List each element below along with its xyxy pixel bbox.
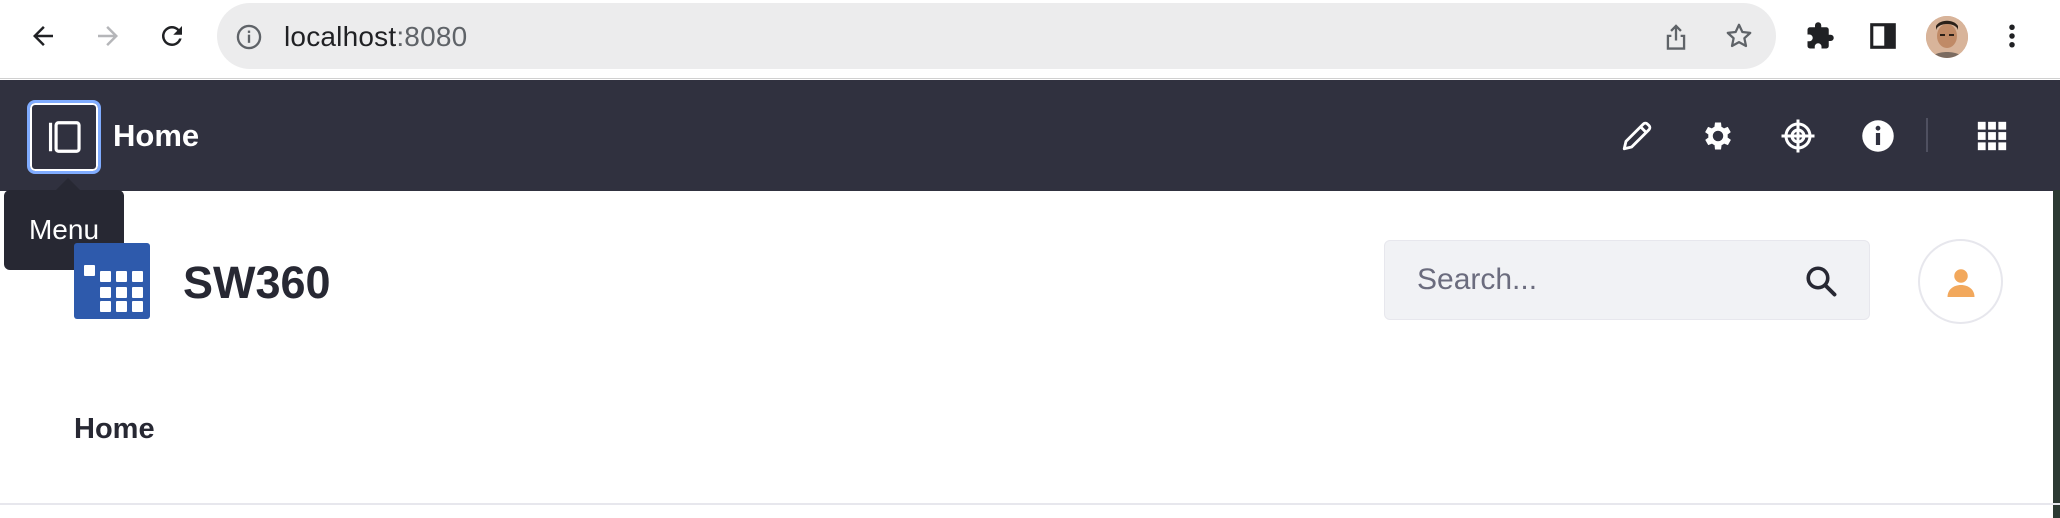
grid-icon <box>1977 121 2007 151</box>
simulation-button[interactable] <box>1778 116 1818 156</box>
url-port: :8080 <box>396 21 468 52</box>
cog-icon <box>1705 122 1731 150</box>
menu-toggle-button[interactable] <box>27 100 101 174</box>
scrollbar-track <box>2053 190 2060 518</box>
star-icon[interactable] <box>1724 21 1754 51</box>
site-logo[interactable] <box>74 243 150 319</box>
info-icon <box>1862 120 1894 152</box>
user-avatar-button[interactable] <box>1918 239 2003 324</box>
address-bar[interactable]: localhost:8080 <box>217 3 1776 69</box>
puzzle-icon <box>1807 22 1834 49</box>
url-text[interactable]: localhost:8080 <box>284 21 467 53</box>
reload-icon <box>161 25 182 46</box>
side-panel-icon <box>1870 23 1896 49</box>
reload-button[interactable] <box>150 14 194 58</box>
extensions-button[interactable] <box>1800 16 1840 56</box>
edit-button[interactable] <box>1617 116 1657 156</box>
browser-menu-button[interactable] <box>1992 16 2032 56</box>
appbar-divider <box>1926 118 1928 152</box>
nav-divider <box>0 503 2060 505</box>
product-menu-icon <box>48 121 81 153</box>
share-icon[interactable] <box>1662 22 1690 52</box>
forward-button[interactable] <box>86 14 130 58</box>
profile-avatar[interactable] <box>1926 16 1968 58</box>
search-icon[interactable] <box>1803 263 1839 299</box>
applications-menu-button[interactable] <box>1972 116 2012 156</box>
side-panel-button[interactable] <box>1863 16 1903 56</box>
user-icon <box>1947 268 1974 297</box>
arrow-left-icon <box>33 26 53 46</box>
arrow-right-icon <box>98 26 118 46</box>
simulation-icon <box>1781 119 1815 153</box>
site-name[interactable]: SW360 <box>183 258 331 308</box>
back-button[interactable] <box>21 14 65 58</box>
browser-toolbar: localhost:8080 <box>0 0 2060 79</box>
search-input[interactable] <box>1385 241 1785 319</box>
nav-item-home[interactable]: Home <box>74 412 155 446</box>
kebab-icon <box>2009 24 2015 48</box>
pencil-icon <box>1622 121 1652 151</box>
profile-photo-icon <box>1926 16 1968 58</box>
control-menu: Home <box>0 80 2060 191</box>
page-title: Home <box>113 118 200 153</box>
configure-button[interactable] <box>1698 116 1738 156</box>
url-host: localhost <box>284 21 397 52</box>
info-circle-icon[interactable] <box>235 23 263 51</box>
search-bar <box>1384 240 1870 320</box>
info-button[interactable] <box>1858 116 1898 156</box>
